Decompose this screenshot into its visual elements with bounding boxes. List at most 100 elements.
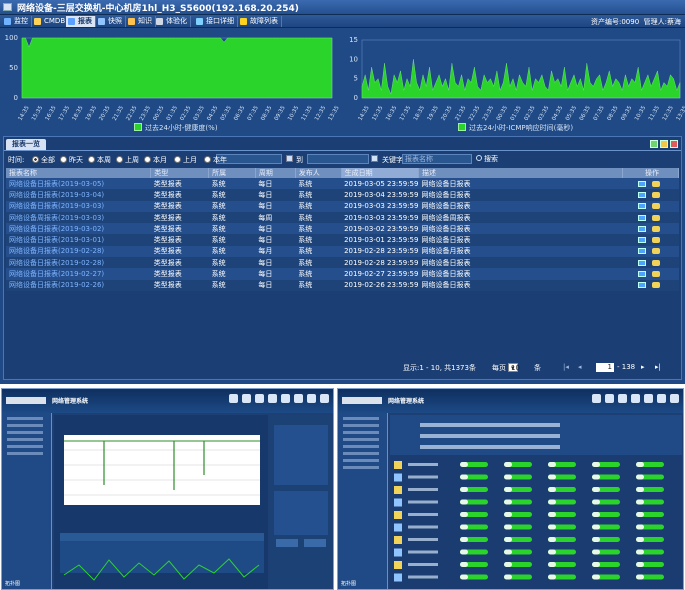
export-icon[interactable] bbox=[652, 248, 661, 255]
toolbar-icon[interactable] bbox=[618, 394, 627, 403]
export-icon[interactable] bbox=[652, 282, 661, 289]
menu-item-0[interactable]: 监控 bbox=[2, 16, 32, 27]
next-page-icon[interactable]: ▸ bbox=[641, 363, 645, 371]
toolbar-icon[interactable] bbox=[268, 394, 277, 403]
start-calendar-icon[interactable] bbox=[286, 154, 293, 164]
column-header[interactable]: 类型 bbox=[150, 168, 210, 178]
column-header[interactable]: 周期 bbox=[255, 168, 296, 178]
toolbar-icon[interactable] bbox=[320, 394, 329, 403]
export-icon[interactable] bbox=[652, 203, 661, 210]
table-row[interactable]: 网络设备周报表(2019-03-03) 类型报表 系统 每周 系统 2019-03-03 … bbox=[6, 211, 679, 224]
table-row[interactable]: 网络设备日报表(2019-02-27) 类型报表 系统 每日 系统 2019-02-27 … bbox=[6, 268, 679, 280]
column-header[interactable]: 生成日期 bbox=[341, 168, 419, 178]
time-option-6[interactable]: 本年 bbox=[204, 155, 227, 165]
column-header[interactable]: 描述 bbox=[418, 168, 624, 178]
column-header[interactable]: 所属 bbox=[208, 168, 256, 178]
report-link[interactable]: 网络设备日报表(2019-02-27) bbox=[6, 268, 151, 280]
report-link[interactable]: 网络设备日报表(2019-03-02) bbox=[6, 223, 151, 235]
export-icon[interactable] bbox=[652, 271, 661, 278]
menu-item-4[interactable]: 知识 bbox=[126, 16, 156, 27]
menu-item-1[interactable]: CMDB bbox=[32, 16, 70, 27]
last-page-icon[interactable]: ▸| bbox=[655, 363, 661, 371]
time-option-2[interactable]: 本周 bbox=[88, 155, 111, 165]
time-option-1[interactable]: 昨天 bbox=[60, 155, 83, 165]
toolbar-icon[interactable] bbox=[592, 394, 601, 403]
report-link[interactable]: 网络设备日报表(2019-03-05) bbox=[6, 178, 151, 190]
report-link[interactable]: 网络设备月报表(2019-02-28) bbox=[6, 245, 151, 258]
toolbar-icon[interactable] bbox=[644, 394, 653, 403]
mail-icon[interactable] bbox=[638, 191, 647, 198]
time-option-0[interactable]: 全部 bbox=[32, 155, 55, 165]
table-row[interactable]: 网络设备日报表(2019-03-03) 类型报表 系统 每日 系统 2019-03-03 … bbox=[6, 200, 679, 212]
toolbar-icon[interactable] bbox=[255, 394, 264, 403]
mail-icon[interactable] bbox=[638, 282, 647, 289]
table-row[interactable]: 网络设备日报表(2019-03-04) 类型报表 系统 每日 系统 2019-03-04 … bbox=[6, 189, 679, 201]
toolbar-icon[interactable] bbox=[307, 394, 316, 403]
report-link[interactable]: 网络设备日报表(2019-03-01) bbox=[6, 234, 151, 246]
folder-icon[interactable] bbox=[660, 140, 668, 148]
cell-period: 每日 bbox=[255, 279, 296, 291]
export-icon[interactable] bbox=[652, 237, 661, 244]
keyword-input[interactable]: 报表名称 bbox=[402, 154, 472, 164]
export-icon[interactable] bbox=[652, 259, 661, 266]
mail-icon[interactable] bbox=[638, 180, 647, 187]
export-icon[interactable] bbox=[652, 225, 661, 232]
toolbar-icon[interactable] bbox=[631, 394, 640, 403]
table-row[interactable]: 网络设备日报表(2019-03-02) 类型报表 系统 每日 系统 2019-03-02 … bbox=[6, 223, 679, 235]
mail-icon[interactable] bbox=[638, 237, 647, 244]
toolbar-icon[interactable] bbox=[242, 394, 251, 403]
mail-icon[interactable] bbox=[638, 259, 647, 266]
page-input[interactable]: 1 bbox=[596, 363, 614, 372]
search-button[interactable]: 搜索 bbox=[476, 154, 498, 164]
column-header[interactable]: 发布人 bbox=[295, 168, 342, 178]
report-link[interactable]: 网络设备日报表(2019-02-26) bbox=[6, 279, 151, 291]
radio-label: 本月 bbox=[153, 156, 167, 164]
toolbar-icon[interactable] bbox=[281, 394, 290, 403]
report-link[interactable]: 网络设备日报表(2019-03-04) bbox=[6, 189, 151, 201]
toolbar-icon[interactable] bbox=[670, 394, 679, 403]
table-row[interactable]: 网络设备日报表(2019-02-28) 类型报表 系统 每日 系统 2019-02-28 … bbox=[6, 257, 679, 269]
menu-item-6[interactable]: 接口详细 bbox=[194, 16, 238, 27]
export-icon[interactable] bbox=[652, 214, 661, 221]
mail-icon[interactable] bbox=[638, 248, 647, 255]
print-icon[interactable] bbox=[670, 140, 678, 148]
column-header[interactable]: 报表名称 bbox=[6, 168, 152, 178]
export-icon[interactable] bbox=[652, 191, 661, 198]
menu-item-2[interactable]: 报表 bbox=[66, 16, 96, 27]
export-icon[interactable] bbox=[650, 140, 658, 148]
tab-report-list[interactable]: 报表一览 bbox=[6, 139, 46, 150]
x-tick-label: 08:35 bbox=[606, 105, 619, 122]
report-link[interactable]: 网络设备周报表(2019-03-03) bbox=[6, 211, 151, 224]
first-page-icon[interactable]: |◂ bbox=[563, 363, 569, 371]
mail-icon[interactable] bbox=[638, 214, 647, 221]
time-option-4[interactable]: 本月 bbox=[144, 155, 167, 165]
report-link[interactable]: 网络设备日报表(2019-03-03) bbox=[6, 200, 151, 212]
toolbar-icon[interactable] bbox=[294, 394, 303, 403]
table-row[interactable]: 网络设备月报表(2019-02-28) 类型报表 系统 每月 系统 2019-02-28 … bbox=[6, 245, 679, 258]
row-actions bbox=[622, 257, 679, 269]
per-page-select[interactable]: 10 ▾ bbox=[508, 363, 520, 372]
time-option-5[interactable]: 上月 bbox=[174, 155, 197, 165]
time-option-3[interactable]: 上周 bbox=[116, 155, 139, 165]
mail-icon[interactable] bbox=[638, 271, 647, 278]
export-icon[interactable] bbox=[652, 180, 661, 187]
table-row[interactable]: 网络设备日报表(2019-02-26) 类型报表 系统 每日 系统 2019-02-26 … bbox=[6, 279, 679, 291]
toolbar-icon[interactable] bbox=[657, 394, 666, 403]
x-tick-label: 12:35 bbox=[314, 105, 327, 122]
mail-icon[interactable] bbox=[638, 225, 647, 232]
end-date-input[interactable] bbox=[307, 154, 369, 164]
mail-icon[interactable] bbox=[638, 203, 647, 210]
table-row[interactable]: 网络设备日报表(2019-03-05) 类型报表 系统 每日 系统 2019-03-05 … bbox=[6, 178, 679, 190]
toolbar-icon[interactable] bbox=[605, 394, 614, 403]
column-header[interactable]: 操作 bbox=[622, 168, 679, 178]
prev-page-icon[interactable]: ◂ bbox=[578, 363, 582, 371]
end-calendar-icon[interactable] bbox=[371, 154, 378, 164]
report-link[interactable]: 网络设备日报表(2019-02-28) bbox=[6, 257, 151, 269]
cell-period: 每月 bbox=[255, 245, 296, 258]
table-row[interactable]: 网络设备日报表(2019-03-01) 类型报表 系统 每日 系统 2019-03-01 … bbox=[6, 234, 679, 246]
menu-item-5[interactable]: 体验化 bbox=[154, 16, 191, 27]
menu-item-3[interactable]: 快照 bbox=[96, 16, 126, 27]
menu-item-7[interactable]: 故障列表 bbox=[238, 16, 282, 27]
product-logo bbox=[342, 397, 382, 404]
toolbar-icon[interactable] bbox=[229, 394, 238, 403]
